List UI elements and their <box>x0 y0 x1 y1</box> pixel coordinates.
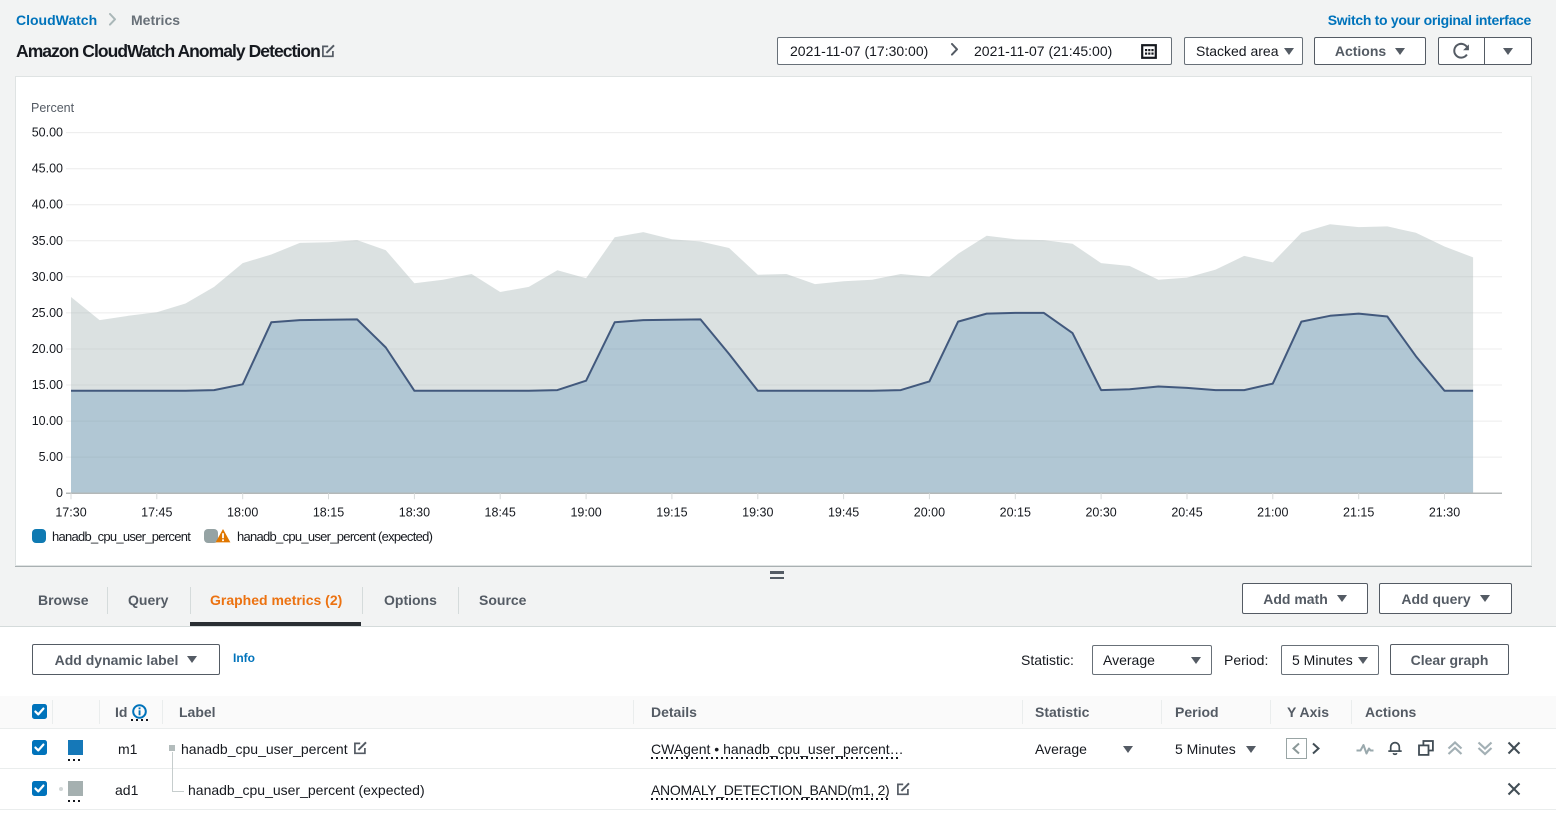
svg-text:5.00: 5.00 <box>39 450 63 464</box>
svg-text:18:30: 18:30 <box>399 506 430 520</box>
svg-text:10.00: 10.00 <box>32 414 63 428</box>
svg-text:20:00: 20:00 <box>914 506 945 520</box>
svg-text:25.00: 25.00 <box>32 306 63 320</box>
svg-text:20:45: 20:45 <box>1171 506 1202 520</box>
svg-text:30.00: 30.00 <box>32 270 63 284</box>
svg-text:15.00: 15.00 <box>32 378 63 392</box>
svg-text:21:00: 21:00 <box>1257 506 1288 520</box>
svg-text:Percent: Percent <box>31 101 75 115</box>
svg-text:20:30: 20:30 <box>1085 506 1116 520</box>
svg-text:45.00: 45.00 <box>32 162 63 176</box>
svg-text:50.00: 50.00 <box>32 126 63 140</box>
svg-text:18:00: 18:00 <box>227 506 258 520</box>
svg-text:21:30: 21:30 <box>1429 506 1460 520</box>
svg-text:20.00: 20.00 <box>32 342 63 356</box>
svg-text:19:15: 19:15 <box>656 506 687 520</box>
svg-text:40.00: 40.00 <box>32 198 63 212</box>
svg-text:21:15: 21:15 <box>1343 506 1374 520</box>
svg-text:20:15: 20:15 <box>1000 506 1031 520</box>
svg-text:19:30: 19:30 <box>742 506 773 520</box>
svg-text:35.00: 35.00 <box>32 234 63 248</box>
svg-text:0: 0 <box>56 486 63 500</box>
svg-text:18:45: 18:45 <box>485 506 516 520</box>
svg-text:19:00: 19:00 <box>570 506 601 520</box>
svg-text:19:45: 19:45 <box>828 506 859 520</box>
svg-text:18:15: 18:15 <box>313 506 344 520</box>
svg-text:17:45: 17:45 <box>141 506 172 520</box>
svg-text:17:30: 17:30 <box>55 506 86 520</box>
